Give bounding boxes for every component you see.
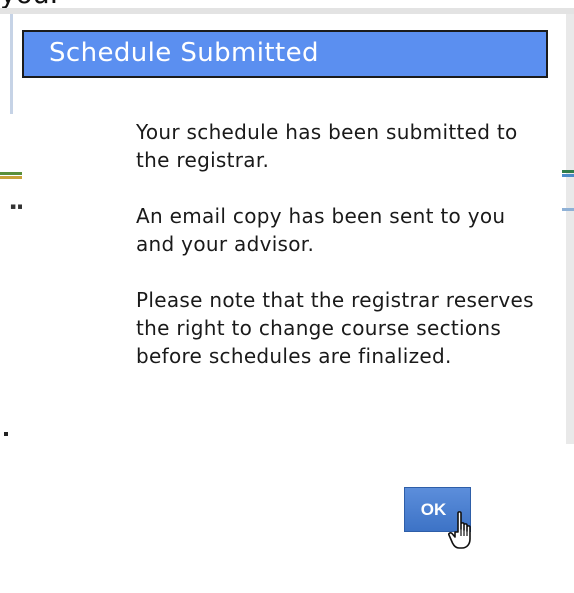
page: you. ▪▪▪ ▪ ▪ ▪ ▪ Schedule Submitted Your…	[0, 0, 574, 593]
schedule-submitted-dialog: Schedule Submitted Your schedule has bee…	[22, 30, 548, 438]
dialog-titlebar: Schedule Submitted	[22, 30, 548, 78]
background-color-strip-right	[562, 170, 574, 214]
background-window-right-edge	[566, 14, 574, 444]
message-email-copy: An email copy has been sent to you and y…	[136, 204, 506, 256]
dialog-title: Schedule Submitted	[49, 38, 319, 68]
dialog-message: Your schedule has been submitted to the …	[136, 118, 546, 370]
background-window-left-edge	[10, 14, 13, 114]
hand-cursor-icon	[447, 510, 481, 552]
background-window-top-edge	[0, 8, 574, 14]
message-submitted: Your schedule has been submitted to the …	[136, 120, 518, 172]
message-registrar-note: Please note that the registrar reserves …	[136, 288, 534, 368]
background-bullet	[4, 432, 8, 436]
